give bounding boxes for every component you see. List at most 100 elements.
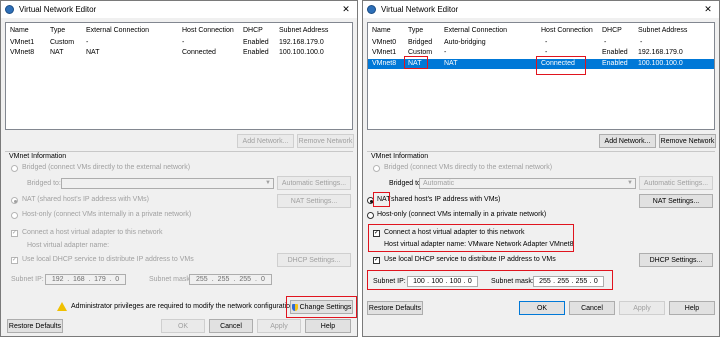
window-title: Virtual Network Editor [19, 5, 97, 14]
col-name[interactable]: Name [372, 27, 391, 34]
bridged-to-select[interactable]: ▼ [61, 178, 274, 189]
ok-button[interactable]: OK [161, 319, 205, 333]
subnet-mask-label: Subnet mask: [149, 276, 192, 283]
nat-radio[interactable] [11, 197, 18, 204]
col-host[interactable]: Host Connection [182, 27, 234, 34]
bridged-to-value: Automatic [423, 180, 455, 187]
cell: VMnet8 [10, 49, 35, 56]
cell: - [182, 39, 185, 46]
cell: VMnet8 [372, 60, 397, 67]
network-table: Name Type External Connection Host Conne… [5, 22, 353, 130]
automatic-settings-button[interactable]: Automatic Settings... [639, 176, 713, 190]
restore-defaults-button[interactable]: Restore Defaults [367, 301, 423, 315]
table-row[interactable]: VMnet8 NAT NAT Connected Enabled 100.100… [6, 48, 352, 58]
col-subnet[interactable]: Subnet Address [638, 27, 687, 34]
cell: - [86, 39, 89, 46]
dhcp-label: Use local DHCP service to distribute IP … [384, 256, 556, 263]
col-host[interactable]: Host Connection [541, 27, 593, 34]
col-dhcp[interactable]: DHCP [602, 27, 622, 34]
subnet-mask-field[interactable]: 255. 255. 255. 0 [189, 274, 272, 285]
cell: 192.168.179.0 [279, 39, 324, 46]
cell: 100.100.100.0 [638, 60, 683, 67]
remove-network-button[interactable]: Remove Network [659, 134, 716, 148]
adapter-name-label: Host virtual adapter name: [27, 242, 110, 249]
dhcp-settings-button[interactable]: DHCP Settings... [277, 253, 351, 267]
hostonly-radio[interactable] [367, 212, 374, 219]
dhcp-settings-button[interactable]: DHCP Settings... [639, 253, 713, 267]
highlight-box [367, 270, 613, 290]
cell: - [545, 39, 548, 46]
cell: Bridged [408, 39, 433, 46]
help-button[interactable]: Help [305, 319, 351, 333]
cancel-button[interactable]: Cancel [569, 301, 615, 315]
col-external[interactable]: External Connection [86, 27, 149, 34]
cell: Enabled [602, 60, 628, 67]
bridged-to-select[interactable]: Automatic ▼ [419, 178, 636, 189]
cell: - [545, 49, 548, 56]
nat-settings-button[interactable]: NAT Settings... [639, 194, 713, 208]
connect-adapter-checkbox[interactable]: ✓ [11, 230, 18, 237]
dot: . [211, 276, 214, 283]
dhcp-checkbox[interactable]: ✓ [373, 257, 380, 264]
mask-octet: 255 [196, 276, 208, 283]
col-external[interactable]: External Connection [444, 27, 507, 34]
cell: VMnet1 [372, 49, 397, 56]
col-subnet[interactable]: Subnet Address [279, 27, 328, 34]
left-titlebar: Virtual Network Editor ✕ [1, 1, 357, 18]
remove-network-button[interactable]: Remove Network [297, 134, 354, 148]
cell: Custom [50, 39, 75, 46]
vmnet-info-heading: VMnet Information [371, 153, 429, 160]
connect-adapter-label: Connect a host virtual adapter to this n… [22, 229, 163, 236]
help-button[interactable]: Help [669, 301, 715, 315]
highlight-box [404, 56, 428, 69]
apply-button[interactable]: Apply [257, 319, 301, 333]
highlight-box [286, 296, 357, 318]
warning-icon [57, 302, 67, 311]
cell: Custom [408, 49, 433, 56]
table-row[interactable]: VMnet0 Bridged Auto-bridging - - - [368, 38, 714, 48]
col-type[interactable]: Type [408, 27, 423, 34]
ip-octet: 168 [72, 276, 85, 283]
bridged-radio[interactable] [11, 165, 18, 172]
ip-octet: 179 [94, 276, 106, 283]
col-name[interactable]: Name [10, 27, 29, 34]
cell: Connected [182, 49, 216, 56]
nat-settings-button[interactable]: NAT Settings... [277, 194, 351, 208]
divider [367, 151, 715, 152]
cell: Auto-bridging [444, 39, 486, 46]
bridged-to-label: Bridged to: [27, 180, 61, 187]
apply-button[interactable]: Apply [619, 301, 665, 315]
col-type[interactable]: Type [50, 27, 65, 34]
dhcp-checkbox[interactable]: ✓ [11, 257, 18, 264]
table-row[interactable]: VMnet1 Custom - - Enabled 192.168.179.0 [6, 38, 352, 48]
highlight-box [368, 224, 574, 252]
ip-octet: 192 [51, 276, 64, 283]
cell: VMnet0 [372, 39, 397, 46]
hostonly-label: Host-only (connect VMs internally in a p… [22, 211, 192, 218]
vmnet-info-heading: VMnet Information [9, 153, 67, 160]
col-dhcp[interactable]: DHCP [243, 27, 263, 34]
cell: NAT [86, 49, 100, 56]
hostonly-radio[interactable] [11, 212, 18, 219]
ok-button[interactable]: OK [519, 301, 565, 315]
dot: . [109, 276, 112, 283]
app-icon [367, 5, 376, 14]
cancel-button[interactable]: Cancel [209, 319, 253, 333]
mask-octet: 0 [261, 276, 265, 283]
add-network-button[interactable]: Add Network... [237, 134, 294, 148]
cell: 100.100.100.0 [279, 49, 324, 56]
subnet-ip-field[interactable]: 192. 168. 179. 0 [45, 274, 126, 285]
cell: 192.168.179.0 [638, 49, 683, 56]
close-icon[interactable]: ✕ [697, 3, 719, 17]
cell: Enabled [243, 49, 269, 56]
automatic-settings-button[interactable]: Automatic Settings... [277, 176, 351, 190]
mask-octet: 255 [217, 276, 230, 283]
bridged-radio[interactable] [373, 165, 380, 172]
right-titlebar: Virtual Network Editor ✕ [363, 1, 719, 18]
dhcp-label: Use local DHCP service to distribute IP … [22, 256, 194, 263]
dot: . [255, 276, 257, 283]
restore-defaults-button[interactable]: Restore Defaults [7, 319, 63, 333]
cell: Enabled [243, 39, 269, 46]
add-network-button[interactable]: Add Network... [599, 134, 656, 148]
close-icon[interactable]: ✕ [335, 3, 357, 17]
